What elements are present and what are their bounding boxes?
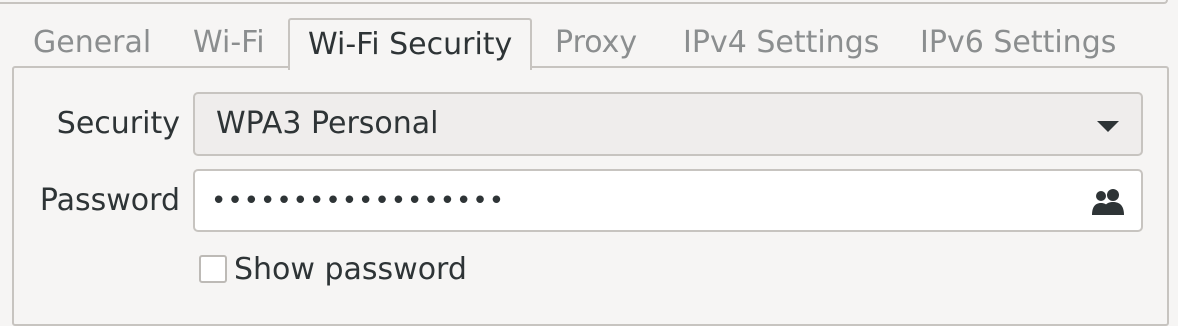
tab-strip: General Wi-Fi Wi-Fi Security Proxy IPv4 … [0, 18, 1178, 70]
tab-ipv4-settings[interactable]: IPv4 Settings [683, 18, 879, 68]
top-frame-border [0, 0, 1168, 4]
show-password-label[interactable]: Show password [234, 250, 467, 290]
security-selected-value: WPA3 Personal [216, 106, 439, 141]
tab-proxy[interactable]: Proxy [555, 18, 637, 68]
password-field[interactable] [193, 169, 1143, 232]
tab-wifi[interactable]: Wi-Fi [193, 18, 265, 68]
security-dropdown[interactable]: WPA3 Personal [193, 92, 1143, 156]
tab-ipv6-settings[interactable]: IPv6 Settings [920, 18, 1116, 68]
chevron-down-icon [1097, 121, 1119, 132]
tab-wifi-security[interactable]: Wi-Fi Security [288, 18, 533, 70]
password-input[interactable] [211, 177, 1071, 225]
password-label: Password [39, 183, 180, 218]
people-icon[interactable] [1091, 188, 1125, 216]
show-password-checkbox[interactable] [199, 255, 227, 283]
security-label: Security [56, 106, 180, 141]
tab-general[interactable]: General [33, 18, 151, 68]
